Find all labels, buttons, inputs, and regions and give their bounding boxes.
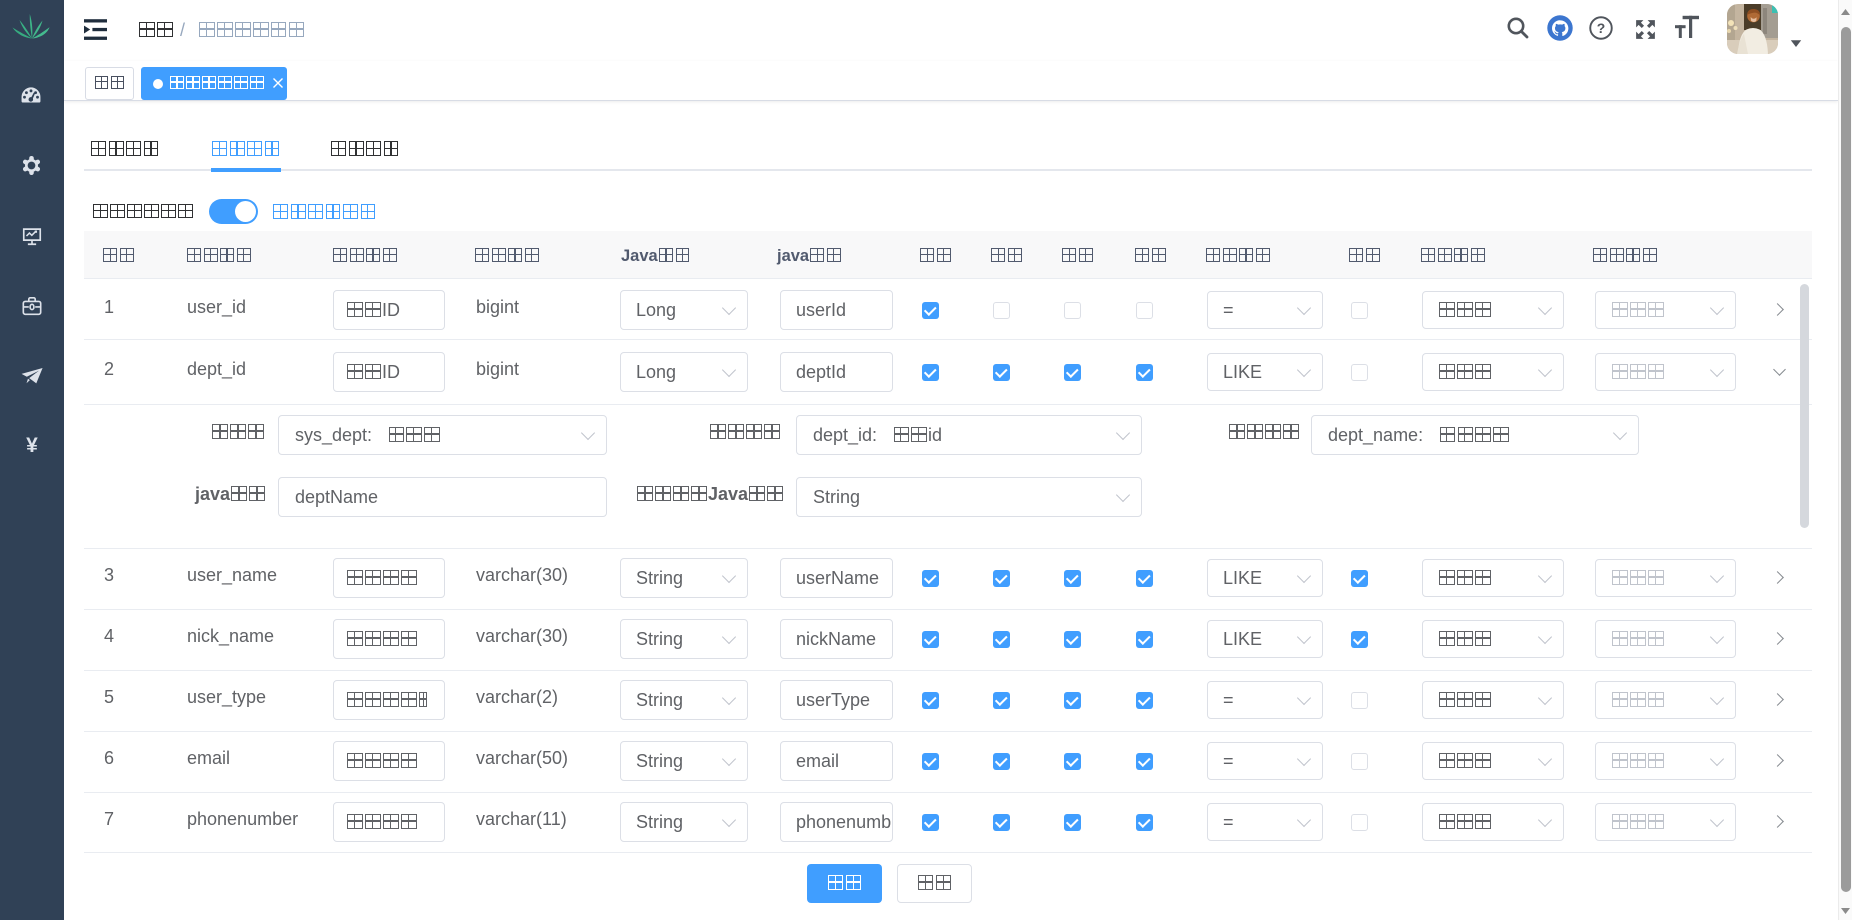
svg-text:?: ? [1597, 20, 1606, 36]
